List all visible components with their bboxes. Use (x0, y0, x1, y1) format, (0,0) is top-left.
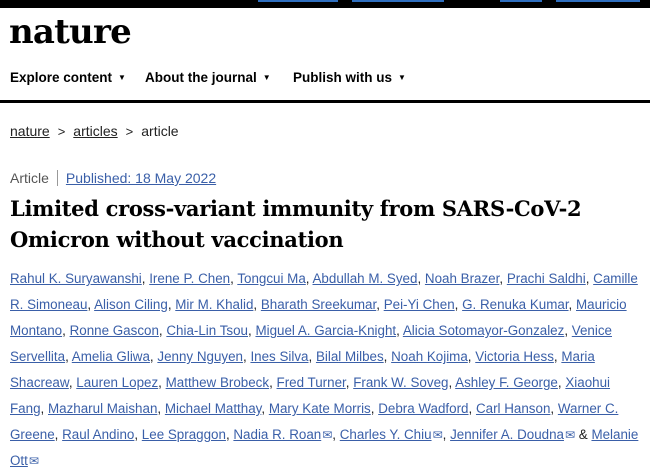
breadcrumb-articles[interactable]: articles (73, 123, 117, 139)
author-link[interactable]: Rahul K. Suryawanshi (10, 271, 142, 286)
author-separator: , (442, 427, 451, 442)
author-link[interactable]: Frank W. Soveg (353, 375, 448, 390)
title-line-2: Omicron without vaccination (10, 227, 344, 252)
chevron-right-icon: > (125, 123, 134, 139)
top-link-underline (556, 0, 640, 2)
author-link[interactable]: Victoria Hess (475, 349, 554, 364)
author-link[interactable]: Noah Kojima (391, 349, 468, 364)
top-strip (0, 0, 650, 8)
author-separator: , (261, 401, 269, 416)
author-link[interactable]: Charles Y. Chiu (340, 427, 432, 442)
author-separator: , (62, 323, 70, 338)
author-separator: , (417, 271, 425, 286)
article-title: Limited cross-variant immunity from SARS… (10, 193, 630, 255)
breadcrumb-nature[interactable]: nature (10, 123, 50, 139)
author-link[interactable]: Bilal Milbes (316, 349, 384, 364)
author-link[interactable]: Jennifer A. Doudna (450, 427, 564, 442)
author-link[interactable]: Mir M. Khalid (175, 297, 253, 312)
author-separator: , (332, 427, 340, 442)
nav-label: Publish with us (293, 70, 393, 85)
author-link[interactable]: Chia-Lin Tsou (166, 323, 248, 338)
nav-label: About the journal (145, 70, 257, 85)
author-separator: , (454, 297, 463, 312)
author-link[interactable]: Mary Kate Morris (269, 401, 371, 416)
author-ampersand: & (578, 427, 588, 442)
email-icon[interactable]: ✉ (433, 422, 443, 448)
top-link-underline (258, 0, 338, 2)
author-separator: , (376, 297, 384, 312)
author-link[interactable]: Lauren Lopez (76, 375, 158, 390)
chevron-down-icon: ▼ (398, 72, 406, 82)
author-link[interactable]: Abdullah M. Syed (313, 271, 418, 286)
article-meta: Article Published: 18 May 2022 (10, 170, 216, 186)
author-link[interactable]: Amelia Gliwa (72, 349, 150, 364)
author-link[interactable]: Carl Hanson (476, 401, 550, 416)
nature-logo[interactable]: nature (9, 15, 132, 49)
author-link[interactable]: Tongcui Ma (237, 271, 305, 286)
breadcrumb: nature > articles > article (10, 123, 179, 139)
author-link[interactable]: G. Renuka Kumar (462, 297, 568, 312)
site-header: nature Explore content ▼ About the journ… (0, 8, 650, 103)
top-link-underline (500, 0, 542, 2)
email-icon[interactable]: ✉ (322, 422, 332, 448)
nav-publish-with-us[interactable]: Publish with us ▼ (293, 70, 406, 85)
author-link[interactable]: Ronne Gascon (70, 323, 159, 338)
author-separator: , (499, 271, 507, 286)
author-separator: , (54, 427, 63, 442)
top-link-underline (352, 0, 444, 2)
author-separator: , (158, 375, 166, 390)
author-separator: , (157, 401, 165, 416)
nav-divider (0, 100, 650, 103)
author-link[interactable]: Fred Turner (277, 375, 346, 390)
author-separator: , (383, 349, 392, 364)
author-link[interactable]: Ashley F. George (455, 375, 558, 390)
author-link[interactable]: Pei-Yi Chen (384, 297, 455, 312)
author-link[interactable]: Jenny Nguyen (157, 349, 243, 364)
author-link[interactable]: Noah Brazer (425, 271, 499, 286)
author-link[interactable]: Bharath Sreekumar (261, 297, 376, 312)
published-date-link[interactable]: Published: 18 May 2022 (66, 170, 216, 186)
author-link[interactable]: Lee Spraggon (142, 427, 226, 442)
author-separator: , (468, 401, 476, 416)
author-link[interactable]: Irene P. Chen (149, 271, 230, 286)
author-link[interactable]: Prachi Saldhi (507, 271, 586, 286)
email-icon[interactable]: ✉ (565, 422, 575, 448)
author-separator: , (134, 427, 142, 442)
breadcrumb-current: article (141, 123, 179, 139)
author-link[interactable]: Alicia Sotomayor-Gonzalez (403, 323, 565, 338)
author-list: Rahul K. Suryawanshi, Irene P. Chen, Ton… (10, 266, 640, 474)
author-link[interactable]: Miguel A. Garcia-Knight (255, 323, 396, 338)
author-separator: , (396, 323, 403, 338)
email-icon[interactable]: ✉ (29, 448, 39, 474)
author-link[interactable]: Michael Matthay (165, 401, 262, 416)
meta-divider (56, 170, 58, 186)
author-link[interactable]: Alison Ciling (94, 297, 168, 312)
author-separator: , (308, 349, 316, 364)
author-separator: , (305, 271, 313, 286)
author-separator: , (65, 349, 72, 364)
author-separator: , (253, 297, 261, 312)
title-line-1: Limited cross-variant immunity from SARS… (10, 196, 582, 221)
chevron-down-icon: ▼ (262, 72, 271, 82)
author-separator: , (564, 323, 572, 338)
author-separator: , (269, 375, 277, 390)
chevron-down-icon: ▼ (118, 72, 126, 82)
main-nav: Explore content ▼ About the journal ▼ Pu… (0, 70, 650, 94)
author-separator: , (550, 401, 558, 416)
nav-about-journal[interactable]: About the journal ▼ (145, 70, 271, 85)
author-link[interactable]: Matthew Brobeck (166, 375, 269, 390)
author-separator: , (568, 297, 576, 312)
article-type: Article (10, 170, 49, 186)
chevron-right-icon: > (57, 123, 66, 139)
nav-label: Explore content (10, 70, 113, 85)
nav-explore-content[interactable]: Explore content ▼ (10, 70, 126, 85)
author-link[interactable]: Nadia R. Roan (233, 427, 321, 442)
author-link[interactable]: Ines Silva (250, 349, 308, 364)
author-link[interactable]: Raul Andino (62, 427, 134, 442)
author-separator: , (40, 401, 48, 416)
author-link[interactable]: Mazharul Maishan (48, 401, 157, 416)
author-link[interactable]: Debra Wadford (378, 401, 468, 416)
